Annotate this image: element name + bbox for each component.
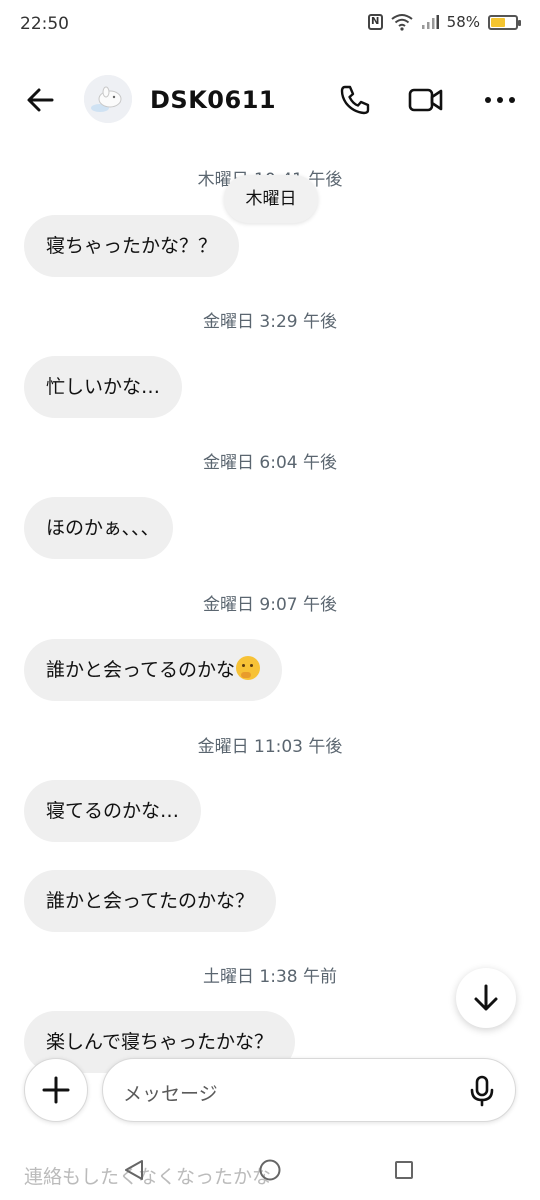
avatar-image — [84, 75, 132, 123]
contact-name[interactable]: DSK0611 — [150, 86, 276, 114]
back-arrow-icon[interactable] — [22, 82, 62, 118]
message-timestamp: 金曜日 11:03 午後 — [197, 737, 343, 757]
scroll-to-bottom-button[interactable] — [456, 968, 516, 1028]
signal-icon — [421, 15, 439, 29]
message-bubble[interactable]: 誰かと会ってるのかな — [24, 639, 283, 701]
nav-recent-square-icon[interactable] — [394, 1160, 414, 1180]
nav-back-triangle-icon[interactable] — [122, 1158, 146, 1182]
battery-level-fill — [491, 17, 505, 27]
system-nav-bar — [0, 1140, 540, 1200]
add-attachment-button[interactable] — [24, 1058, 88, 1122]
phone-icon[interactable] — [337, 82, 373, 118]
message-bubble[interactable]: 忙しいかな… — [24, 356, 183, 418]
video-camera-icon[interactable] — [406, 82, 446, 118]
battery-percent: 58% — [446, 13, 480, 31]
message-input[interactable]: メッセージ — [102, 1058, 516, 1122]
status-time: 22:50 — [20, 14, 69, 34]
thinking-face-emoji — [236, 656, 261, 680]
nfc-icon: N — [367, 14, 383, 30]
message-bubble[interactable]: 誰かと会ってたのかな？ — [24, 870, 277, 932]
message-text: 誰かと会ってるのかな — [46, 659, 236, 681]
chat-header: DSK0611 — [0, 62, 540, 138]
status-icons: N 58% — [367, 13, 521, 31]
plus-icon — [42, 1076, 70, 1104]
status-bar: 22:50 N 58% — [0, 0, 540, 50]
message-bubble[interactable]: 寝ちゃったかな？？ — [24, 215, 240, 277]
message-timestamp: 金曜日 6:04 午後 — [203, 453, 337, 473]
more-dots-icon[interactable] — [480, 82, 520, 118]
microphone-icon[interactable] — [467, 1075, 497, 1107]
avatar[interactable] — [84, 75, 132, 123]
arrow-down-icon — [474, 984, 498, 1011]
message-bubble[interactable]: 寝てるのかな… — [24, 780, 202, 842]
battery-charging-icon — [488, 14, 521, 30]
message-thread[interactable]: 木曜日 10:41 午後 寝ちゃったかな？？ 金曜日 3:29 午後 忙しいかな… — [0, 140, 540, 1200]
message-input-placeholder: メッセージ — [123, 1083, 218, 1105]
day-divider-pill: 木曜日 — [224, 175, 318, 223]
message-timestamp: 金曜日 9:07 午後 — [203, 595, 337, 615]
wifi-icon — [391, 14, 413, 31]
nav-home-circle-icon[interactable] — [258, 1158, 282, 1182]
message-bubble[interactable]: ほのかぁ､､､ — [24, 497, 173, 559]
message-timestamp: 金曜日 3:29 午後 — [203, 312, 337, 332]
